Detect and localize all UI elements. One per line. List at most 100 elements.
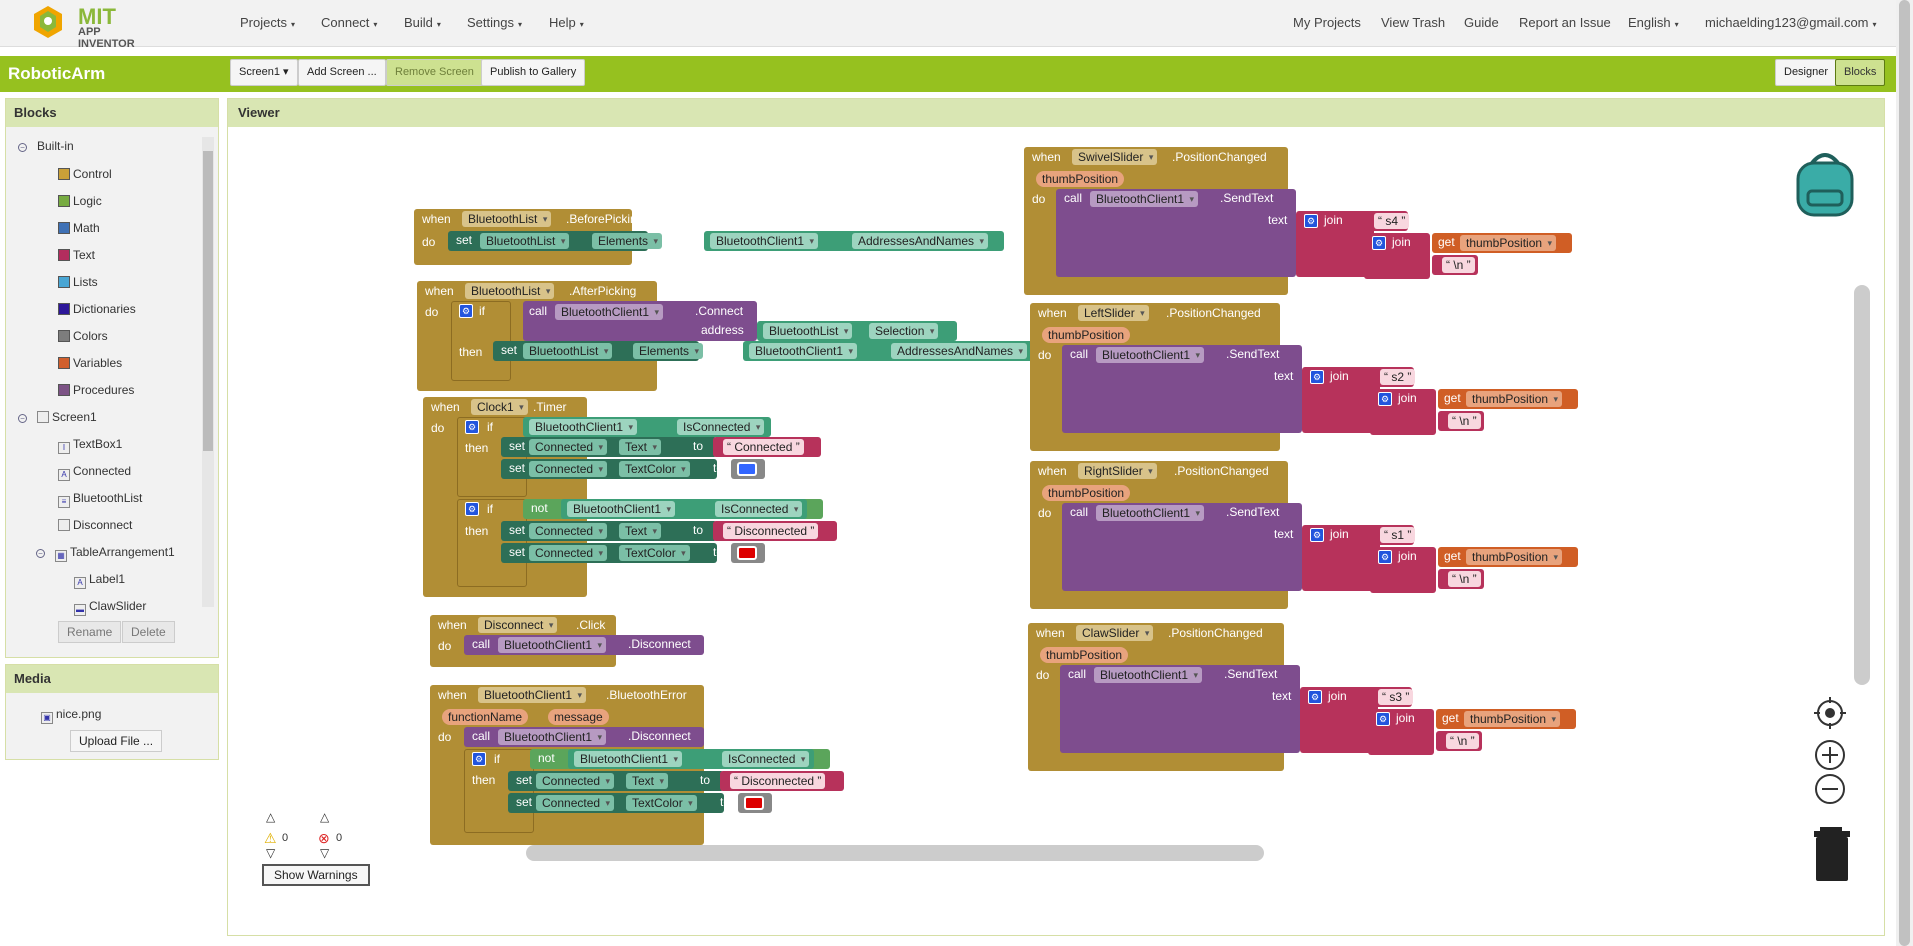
designer-button[interactable]: Designer [1775,59,1838,86]
recenter-icon[interactable] [1812,695,1848,731]
warning-next-icon[interactable]: ▽ [266,846,275,860]
component-disconnect[interactable]: Disconnect [58,518,132,532]
get-property[interactable]: IsConnected [677,419,765,435]
drawer-control[interactable]: Control [58,167,112,181]
set-property[interactable]: Elements [633,343,704,359]
delete-button[interactable]: Delete [122,621,175,643]
mutator-gear-icon[interactable]: ⚙ [1376,712,1390,726]
component-dropdown[interactable]: BluetoothList [462,211,552,227]
param-thumbposition[interactable]: thumbPosition [1042,327,1131,343]
link-report-issue[interactable]: Report an Issue [1519,15,1611,30]
trash-icon[interactable] [1812,825,1852,883]
drawer-procedures[interactable]: Procedures [58,383,134,397]
get-variable[interactable]: thumbPosition [1464,711,1561,727]
get-variable[interactable]: thumbPosition [1466,549,1563,565]
mutator-gear-icon[interactable]: ⚙ [1310,370,1324,384]
component-dropdown[interactable]: SwivelSlider [1072,149,1158,165]
mutator-gear-icon[interactable]: ⚙ [1310,528,1324,542]
upload-file-button[interactable]: Upload File ... [70,730,163,752]
set-property[interactable]: TextColor [619,461,690,477]
link-my-projects[interactable]: My Projects [1293,15,1361,30]
tree-scrollbar[interactable] [202,137,214,607]
publish-gallery-button[interactable]: Publish to Gallery [481,59,586,86]
set-property[interactable]: Text [619,523,662,539]
component-dropdown[interactable]: Clock1 [471,399,528,415]
call-component[interactable]: BluetoothClient1 [555,304,664,320]
text-literal[interactable]: “ Connected ” [723,439,804,455]
blocks-button[interactable]: Blocks [1835,59,1886,86]
text-literal[interactable]: “ s3 ” [1378,689,1414,705]
get-property[interactable]: Selection [869,323,939,339]
error-next-icon[interactable]: ▽ [320,846,329,860]
error-prev-icon[interactable]: △ [320,810,329,824]
color-red-swatch[interactable] [737,546,757,560]
mutator-gear-icon[interactable]: ⚙ [465,502,479,516]
get-property[interactable]: IsConnected [722,751,810,767]
set-component[interactable]: BluetoothList [480,233,570,249]
component-dropdown[interactable]: RightSlider [1078,463,1157,479]
color-red-swatch[interactable] [744,796,764,810]
component-dropdown[interactable]: BluetoothList [465,283,555,299]
drawer-dictionaries[interactable]: Dictionaries [58,302,136,316]
get-component[interactable]: BluetoothClient1 [749,343,858,359]
remove-screen-button[interactable]: Remove Screen [386,59,483,86]
mutator-gear-icon[interactable]: ⚙ [1372,236,1386,250]
menu-help[interactable]: Help ▾ [549,15,584,30]
menu-account[interactable]: michaelding123@gmail.com ▾ [1705,15,1877,30]
zoom-in-icon[interactable] [1812,737,1848,773]
collapse-icon[interactable]: − [36,549,45,558]
tree-builtin[interactable]: − Built-in [18,139,74,153]
backpack-icon[interactable] [1790,149,1860,221]
get-component[interactable]: BluetoothClient1 [710,233,819,249]
param-functionname[interactable]: functionName [442,709,529,725]
blocks-workspace[interactable]: when BluetoothList .BeforePicking do set… [234,135,1878,931]
page-scroll-thumb[interactable] [1899,0,1910,946]
get-component[interactable]: BluetoothClient1 [529,419,638,435]
param-thumbposition[interactable]: thumbPosition [1036,171,1125,187]
workspace-vertical-scrollbar[interactable] [1854,285,1870,685]
set-property[interactable]: Elements [592,233,663,249]
rename-button[interactable]: Rename [58,621,122,643]
set-component[interactable]: Connected [536,795,615,811]
set-property[interactable]: Text [626,773,669,789]
page-scrollbar[interactable] [1896,0,1913,946]
collapse-icon[interactable]: − [18,143,27,152]
component-dropdown[interactable]: Disconnect [478,617,558,633]
color-blue-swatch[interactable] [737,462,757,476]
media-file[interactable]: ▣ nice.png [41,707,101,724]
drawer-variables[interactable]: Variables [58,356,122,370]
text-literal[interactable]: “ s2 ” [1380,369,1416,385]
get-property[interactable]: AddressesAndNames [852,233,989,249]
workspace-horizontal-scrollbar[interactable] [526,845,1264,861]
app-inventor-logo[interactable]: MIT APP INVENTOR [28,2,158,50]
warning-prev-icon[interactable]: △ [266,810,275,824]
drawer-lists[interactable]: Lists [58,275,98,289]
screen-select[interactable]: Screen1 ▾ [230,59,298,86]
drawer-logic[interactable]: Logic [58,194,102,208]
component-dropdown[interactable]: ClawSlider [1076,625,1154,641]
mutator-gear-icon[interactable]: ⚙ [1378,392,1392,406]
drawer-text[interactable]: Text [58,248,95,262]
get-component[interactable]: BluetoothList [763,323,853,339]
set-component[interactable]: Connected [536,773,615,789]
show-warnings-button[interactable]: Show Warnings [262,864,370,886]
link-guide[interactable]: Guide [1464,15,1499,30]
get-variable[interactable]: thumbPosition [1460,235,1557,251]
zoom-out-icon[interactable] [1812,771,1848,807]
set-component[interactable]: Connected [529,461,608,477]
link-view-trash[interactable]: View Trash [1381,15,1445,30]
text-literal[interactable]: “ Disconnected ” [723,523,819,539]
menu-settings[interactable]: Settings ▾ [467,15,522,30]
menu-projects[interactable]: Projects ▾ [240,15,295,30]
call-component[interactable]: BluetoothClient1 [1096,505,1205,521]
set-component[interactable]: Connected [529,523,608,539]
component-label1[interactable]: A Label1 [74,572,125,589]
mutator-gear-icon[interactable]: ⚙ [1378,550,1392,564]
component-dropdown[interactable]: LeftSlider [1078,305,1149,321]
text-literal[interactable]: “ s4 ” [1374,213,1410,229]
mutator-gear-icon[interactable]: ⚙ [459,304,473,318]
call-component[interactable]: BluetoothClient1 [498,637,607,653]
mutator-gear-icon[interactable]: ⚙ [472,752,486,766]
call-component[interactable]: BluetoothClient1 [1090,191,1199,207]
component-dropdown[interactable]: BluetoothClient1 [478,687,587,703]
